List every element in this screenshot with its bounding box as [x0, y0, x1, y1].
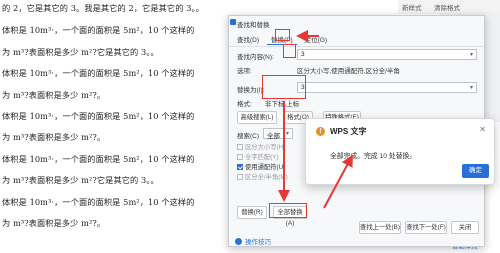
chevron-down-icon[interactable]: ▾: [470, 51, 473, 58]
ok-button[interactable]: 确定: [462, 164, 489, 178]
doc-line: 为 m³?表面积是多少 m²?。: [2, 132, 106, 142]
popup-message: 全部完成。完成 10 处替换。: [330, 153, 417, 160]
doc-line: 为 m³?表面积是多少 m²?。: [2, 90, 106, 100]
doc-line: 为 m³?表面积是多少 m²?。: [2, 218, 106, 228]
doc-line: 的 2，它是其它的 3。我是其它的 2，它是其它的 3。。: [2, 3, 204, 13]
options-value: 区分大小写,使用通配符,区分全/半角: [297, 68, 400, 75]
match-case-checkbox[interactable]: 区分大小写(H): [237, 142, 285, 151]
help-icon: [235, 237, 242, 245]
checkbox-box[interactable]: [237, 163, 243, 170]
tab-goto[interactable]: 定位(G): [301, 33, 331, 45]
search-direction-label: 搜索(C): [237, 133, 260, 140]
find-previous-label: 查找上一处(B): [360, 224, 400, 231]
chevron-down-icon[interactable]: ▾: [470, 84, 473, 91]
checkbox-box[interactable]: [237, 173, 243, 180]
wps-message-popup: ! WPS 文字 ✕ 全部完成。完成 10 处替换。 确定: [305, 118, 495, 185]
checkbox-box[interactable]: [237, 143, 243, 150]
tips-link[interactable]: 操作技巧: [235, 236, 271, 246]
width-checkbox[interactable]: 区分全/半角(M): [237, 172, 288, 181]
advanced-search-label: 高级搜索(L): [240, 114, 274, 121]
checkbox-label: 区分全/半角(M): [245, 174, 288, 181]
annotation-box-find-input: [283, 44, 296, 58]
replace-label: 替换为(I):: [237, 87, 265, 94]
find-input[interactable]: 3 ▾: [297, 49, 477, 60]
dialog-title: 查找和替换: [237, 22, 270, 29]
wildcard-checkbox[interactable]: 使用通配符(U): [237, 162, 285, 171]
doc-line: 为 m³?表面积是多少 m²?它是其它的 3。。: [2, 47, 159, 57]
format-label: 格式:: [237, 101, 252, 108]
whole-word-checkbox[interactable]: 全字匹配(Y): [237, 152, 279, 161]
format-value: 非下标,上标: [265, 101, 300, 108]
search-direction-value: 全部: [267, 133, 280, 140]
find-value: 3: [301, 51, 305, 58]
warning-icon: !: [316, 127, 325, 136]
checkbox-label: 全字匹配(Y): [245, 154, 279, 161]
advanced-search-button[interactable]: 高级搜索(L): [237, 111, 277, 124]
tab-find[interactable]: 查找(D): [233, 33, 263, 45]
annotation-box-replace-all: [269, 203, 307, 218]
close-button-label: 关闭: [458, 224, 472, 231]
chevron-down-icon: ▾: [285, 131, 289, 137]
doc-line: 体积是 10m³·，一个面的面积是 5m²，10 个这样的: [2, 68, 195, 78]
replace-input[interactable]: 3 ▾: [297, 82, 477, 93]
doc-line: 体积是 10m³·，一个面的面积是 5m²，10 个这样的: [2, 197, 195, 207]
tips-link-label: 操作技巧: [245, 239, 271, 246]
annotation-box-replace-input: [262, 75, 306, 99]
replace-button[interactable]: 替换(R): [237, 206, 267, 219]
wps-writer-icon: [230, 19, 236, 25]
replace-button-label: 替换(R): [241, 209, 263, 216]
find-next-button[interactable]: 查找下一处(F): [405, 221, 447, 234]
search-direction-select[interactable]: 全部 ▾: [263, 128, 293, 140]
close-button[interactable]: 关闭: [451, 221, 479, 234]
checkbox-box[interactable]: [237, 153, 243, 160]
find-next-label: 查找下一处(F): [406, 224, 446, 231]
doc-line: 为 m³?表面积是多少 m²?它是其它的 3。。: [2, 175, 159, 185]
new-style-button[interactable]: 新样式: [402, 2, 422, 12]
options-label: 选项:: [237, 68, 252, 75]
ok-button-label: 确定: [469, 167, 482, 174]
tab-divider: [229, 46, 484, 47]
find-label: 查找内容(N):: [237, 54, 274, 61]
popup-title: WPS 文字: [330, 127, 367, 136]
find-previous-button[interactable]: 查找上一处(B): [359, 221, 401, 234]
annotation-box-replace-tab: [275, 29, 290, 41]
clear-format-button[interactable]: 清除格式: [434, 2, 460, 12]
doc-line: 体积是 10m³·，一个面的面积是 5m²，10 个这样的: [2, 111, 195, 121]
checkbox-label: 区分大小写(H): [245, 144, 286, 151]
checkbox-label: 使用通配符(U): [245, 164, 286, 171]
close-icon[interactable]: ✕: [479, 125, 486, 134]
doc-line: 体积是 10m³·，一个面的面积是 5m²，10 个这样的: [2, 154, 195, 164]
doc-line: 体积是 10m³·，一个面的面积是 5m²，10 个这样的: [2, 25, 195, 35]
